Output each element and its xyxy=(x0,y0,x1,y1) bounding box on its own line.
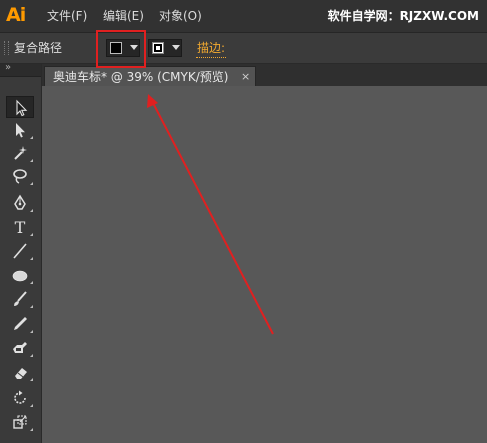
stroke-panel-link[interactable]: 描边: xyxy=(196,39,227,58)
tools-panel-header[interactable]: » xyxy=(0,61,41,77)
blob-brush-tool[interactable] xyxy=(6,337,34,359)
chevron-down-icon xyxy=(172,45,180,50)
type-tool[interactable]: T xyxy=(6,216,34,238)
menu-bar: Ai 文件(F) 编辑(E) 对象(O) 软件自学网：RJZXW.COM xyxy=(0,0,487,33)
site-watermark: 软件自学网：RJZXW.COM xyxy=(327,9,479,23)
scale-tool[interactable] xyxy=(6,411,34,433)
svg-text:T: T xyxy=(15,218,26,236)
eraser-tool[interactable] xyxy=(6,361,34,383)
rotate-tool-icon xyxy=(14,390,26,404)
stroke-swatch-icon xyxy=(152,42,164,54)
lasso-tool-icon xyxy=(13,169,27,184)
ellipse-tool-icon xyxy=(12,270,28,282)
paintbrush-tool-icon xyxy=(14,291,27,306)
illustrator-logo: Ai xyxy=(6,4,26,26)
panel-grip-icon[interactable] xyxy=(4,41,9,55)
line-segment-tool[interactable] xyxy=(6,240,34,262)
eraser-tool-icon xyxy=(15,368,27,379)
menu-object[interactable]: 对象(O) xyxy=(159,8,202,24)
ellipse-tool[interactable] xyxy=(6,264,34,286)
collapse-icon[interactable]: » xyxy=(5,61,11,75)
magic-wand-tool-icon xyxy=(14,146,27,160)
stroke-color-dropdown[interactable] xyxy=(148,39,182,57)
scale-tool-icon xyxy=(13,415,27,429)
artboard-canvas[interactable] xyxy=(42,86,487,443)
document-tab[interactable]: 奥迪车标* @ 39% (CMYK/预览) × xyxy=(44,66,256,86)
selection-type-label: 复合路径 xyxy=(14,41,63,55)
selection-tool[interactable] xyxy=(6,96,34,118)
pencil-tool-icon xyxy=(14,317,27,330)
rotate-tool[interactable] xyxy=(6,387,34,409)
direct-selection-tool[interactable] xyxy=(6,119,34,141)
type-tool-icon: T xyxy=(15,218,26,236)
paintbrush-tool[interactable] xyxy=(6,288,34,310)
direct-selection-tool-icon xyxy=(16,123,25,138)
pencil-tool[interactable] xyxy=(6,313,34,335)
menu-edit[interactable]: 编辑(E) xyxy=(103,8,144,24)
line-segment-tool-icon xyxy=(13,243,27,259)
blob-brush-tool-icon xyxy=(13,342,27,353)
menu-file[interactable]: 文件(F) xyxy=(47,8,87,24)
annotation-highlight-box xyxy=(96,30,146,68)
control-bar: 复合路径 描边: xyxy=(0,33,487,64)
lasso-tool[interactable] xyxy=(6,165,34,187)
document-tab-title: 奥迪车标* @ 39% (CMYK/预览) xyxy=(53,70,229,84)
close-icon[interactable]: × xyxy=(241,69,250,85)
tools-panel: » T xyxy=(0,61,42,443)
pen-tool-icon xyxy=(14,194,26,210)
pen-tool[interactable] xyxy=(6,192,34,214)
magic-wand-tool[interactable] xyxy=(6,142,34,164)
selection-tool-icon xyxy=(16,99,28,117)
